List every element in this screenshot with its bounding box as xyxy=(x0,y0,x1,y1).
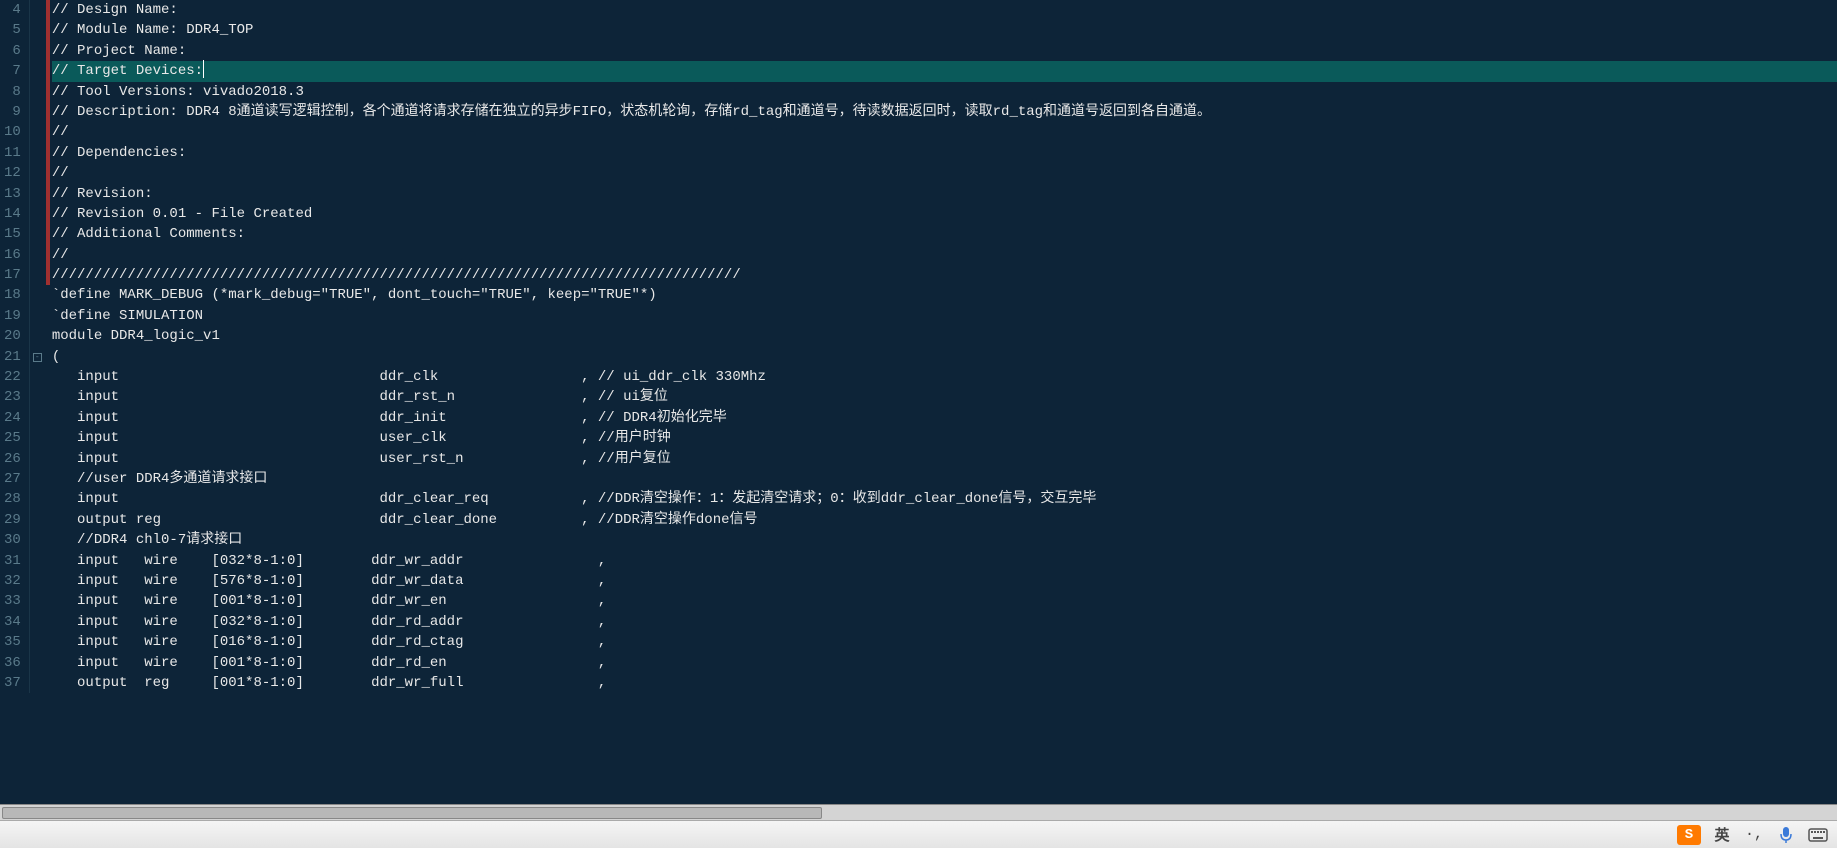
line-number: 7 xyxy=(0,61,29,81)
code-line[interactable]: // Target Devices: xyxy=(52,61,1837,81)
line-number: 17 xyxy=(0,265,29,285)
line-number: 16 xyxy=(0,245,29,265)
code-line[interactable]: // Revision 0.01 - File Created xyxy=(52,204,1837,224)
line-number: 24 xyxy=(0,408,29,428)
code-line[interactable]: //user DDR4多通道请求接口 xyxy=(52,469,1837,489)
fold-column[interactable]: - xyxy=(30,0,46,693)
code-line[interactable]: output reg ddr_clear_done , //DDR清空操作don… xyxy=(52,510,1837,530)
line-number: 37 xyxy=(0,673,29,693)
ime-sogou-icon[interactable]: S xyxy=(1677,825,1701,845)
line-number: 30 xyxy=(0,530,29,550)
code-line[interactable]: input wire [001*8-1:0] ddr_rd_en , xyxy=(52,653,1837,673)
code-line[interactable]: // Tool Versions: vivado2018.3 xyxy=(52,82,1837,102)
line-number: 31 xyxy=(0,551,29,571)
ime-lang-indicator[interactable]: 英 xyxy=(1711,824,1733,846)
line-number-gutter: 4567891011121314151617181920212223242526… xyxy=(0,0,30,693)
code-line[interactable]: input user_rst_n , //用户复位 xyxy=(52,449,1837,469)
line-number: 15 xyxy=(0,224,29,244)
line-number: 8 xyxy=(0,82,29,102)
line-number: 35 xyxy=(0,632,29,652)
code-line[interactable]: // Module Name: DDR4_TOP xyxy=(52,20,1837,40)
code-line[interactable]: // Description: DDR4 8通道读写逻辑控制，各个通道将请求存储… xyxy=(52,102,1837,122)
line-number: 4 xyxy=(0,0,29,20)
line-number: 32 xyxy=(0,571,29,591)
line-number: 13 xyxy=(0,184,29,204)
fold-toggle-icon[interactable]: - xyxy=(33,353,42,362)
scrollbar-thumb[interactable] xyxy=(2,807,822,819)
code-line[interactable]: // Design Name: xyxy=(52,0,1837,20)
line-number: 19 xyxy=(0,306,29,326)
code-editor[interactable]: 4567891011121314151617181920212223242526… xyxy=(0,0,1837,693)
line-number: 33 xyxy=(0,591,29,611)
code-line[interactable]: // xyxy=(52,245,1837,265)
code-line[interactable]: //DDR4 chl0-7请求接口 xyxy=(52,530,1837,550)
code-line[interactable]: `define SIMULATION xyxy=(52,306,1837,326)
line-number: 10 xyxy=(0,122,29,142)
code-line[interactable]: `define MARK_DEBUG (*mark_debug="TRUE", … xyxy=(52,285,1837,305)
line-number: 6 xyxy=(0,41,29,61)
line-number: 26 xyxy=(0,449,29,469)
line-number: 9 xyxy=(0,102,29,122)
code-line[interactable]: input user_clk , //用户时钟 xyxy=(52,428,1837,448)
code-line[interactable]: input wire [032*8-1:0] ddr_rd_addr , xyxy=(52,612,1837,632)
line-number: 5 xyxy=(0,20,29,40)
line-number: 22 xyxy=(0,367,29,387)
line-number: 20 xyxy=(0,326,29,346)
horizontal-scrollbar[interactable] xyxy=(0,804,1837,820)
code-line[interactable]: ////////////////////////////////////////… xyxy=(52,265,1837,285)
ime-punct-indicator[interactable]: ·, xyxy=(1743,824,1765,846)
line-number: 12 xyxy=(0,163,29,183)
line-number: 23 xyxy=(0,387,29,407)
code-line[interactable]: input ddr_init , // DDR4初始化完毕 xyxy=(52,408,1837,428)
code-line[interactable]: // xyxy=(52,122,1837,142)
line-number: 25 xyxy=(0,428,29,448)
code-line[interactable]: // Additional Comments: xyxy=(52,224,1837,244)
line-number: 34 xyxy=(0,612,29,632)
line-number: 28 xyxy=(0,489,29,509)
code-line[interactable]: // Dependencies: xyxy=(52,143,1837,163)
code-line[interactable]: input wire [576*8-1:0] ddr_wr_data , xyxy=(52,571,1837,591)
line-number: 11 xyxy=(0,143,29,163)
code-line[interactable]: // Revision: xyxy=(52,184,1837,204)
code-line[interactable]: input ddr_rst_n , // ui复位 xyxy=(52,387,1837,407)
code-line[interactable]: input wire [016*8-1:0] ddr_rd_ctag , xyxy=(52,632,1837,652)
code-line[interactable]: // Project Name: xyxy=(52,41,1837,61)
line-number: 27 xyxy=(0,469,29,489)
line-number: 14 xyxy=(0,204,29,224)
code-line[interactable]: // xyxy=(52,163,1837,183)
line-number: 21 xyxy=(0,347,29,367)
code-area[interactable]: // Design Name:// Module Name: DDR4_TOP/… xyxy=(50,0,1837,693)
status-bar: S 英 ·, xyxy=(0,820,1837,848)
code-line[interactable]: output reg [001*8-1:0] ddr_wr_full , xyxy=(52,673,1837,693)
code-line[interactable]: ( xyxy=(52,347,1837,367)
text-cursor xyxy=(203,60,204,78)
code-line[interactable]: input ddr_clk , // ui_ddr_clk 330Mhz xyxy=(52,367,1837,387)
code-line[interactable]: input wire [032*8-1:0] ddr_wr_addr , xyxy=(52,551,1837,571)
code-line[interactable]: input ddr_clear_req , //DDR清空操作：1：发起清空请求… xyxy=(52,489,1837,509)
code-line[interactable]: module DDR4_logic_v1 xyxy=(52,326,1837,346)
line-number: 18 xyxy=(0,285,29,305)
line-number: 36 xyxy=(0,653,29,673)
line-number: 29 xyxy=(0,510,29,530)
code-line[interactable]: input wire [001*8-1:0] ddr_wr_en , xyxy=(52,591,1837,611)
keyboard-icon[interactable] xyxy=(1807,824,1829,846)
microphone-icon[interactable] xyxy=(1775,824,1797,846)
